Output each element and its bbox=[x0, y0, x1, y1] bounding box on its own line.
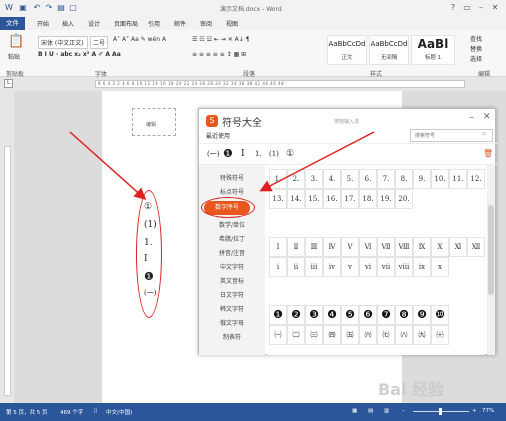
annotation-arrow-left bbox=[69, 131, 147, 200]
annotation-arrows bbox=[69, 131, 375, 200]
annotation-arrow-right bbox=[259, 131, 375, 192]
baidu-watermark: Bai 经验 bbox=[378, 380, 445, 399]
